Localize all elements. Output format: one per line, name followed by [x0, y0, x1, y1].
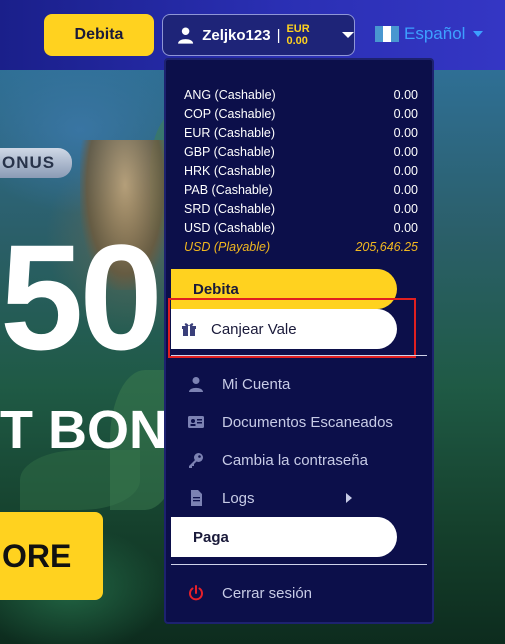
menu-item-logout[interactable]: Cerrar sesión — [188, 581, 312, 605]
menu-divider — [171, 564, 427, 565]
balance-row: EUR (Cashable) 0.00 — [184, 126, 418, 145]
hero-big-number: 50 — [0, 213, 163, 381]
balance-row-playable: USD (Playable) 205,646.25 — [184, 240, 418, 259]
balance-value: 0.00 — [393, 145, 418, 159]
balance-value: 0.00 — [393, 107, 418, 121]
account-dropdown: ANG (Cashable) 0.00 COP (Cashable) 0.00 … — [164, 58, 434, 624]
balance-value: 205,646.25 — [355, 240, 418, 254]
balance-label: USD (Playable) — [184, 240, 271, 254]
withdraw-button[interactable]: Paga — [171, 517, 397, 557]
balance-label: PAB (Cashable) — [184, 183, 273, 197]
balance-row: PAB (Cashable) 0.00 — [184, 183, 418, 202]
deposit-button[interactable]: Debita — [44, 14, 154, 56]
id-card-icon — [188, 416, 204, 428]
highlight-box — [168, 298, 416, 358]
power-icon — [189, 585, 203, 601]
chevron-down-icon — [342, 32, 354, 38]
balance-row: SRD (Cashable) 0.00 — [184, 202, 418, 221]
chevron-right-icon — [346, 493, 352, 503]
menu-deposit-label: Debita — [193, 280, 239, 298]
balance-label: SRD (Cashable) — [184, 202, 276, 216]
menu-divider — [171, 355, 427, 356]
balance-row: COP (Cashable) 0.00 — [184, 107, 418, 126]
balance-label: COP (Cashable) — [184, 107, 276, 121]
balance-row: HRK (Cashable) 0.00 — [184, 164, 418, 183]
header-balance: EUR 0.00 — [286, 23, 310, 47]
key-icon — [189, 453, 203, 468]
balance-row: ANG (Cashable) 0.00 — [184, 88, 418, 107]
menu-item-change-password[interactable]: Cambia la contraseña — [188, 448, 368, 472]
balance-value: 0.00 — [393, 202, 418, 216]
username: Zeljko123 — [202, 26, 271, 44]
menu-item-label: Mi Cuenta — [222, 375, 291, 393]
user-account-button[interactable]: Zeljko123 | EUR 0.00 — [162, 14, 355, 56]
withdraw-label: Paga — [193, 528, 229, 546]
menu-item-logs[interactable]: Logs — [188, 486, 352, 510]
menu-item-label: Cambia la contraseña — [222, 451, 368, 469]
language-selector[interactable]: Español — [375, 24, 484, 44]
balance-label: USD (Cashable) — [184, 221, 276, 235]
language-label: Español — [404, 24, 466, 43]
user-icon — [189, 377, 203, 392]
user-icon — [178, 27, 194, 44]
balance-value: 0.00 — [393, 88, 418, 102]
menu-item-label: Logs — [222, 489, 255, 507]
bonus-badge: ONUS — [0, 148, 72, 178]
balance-value: 0.00 — [393, 126, 418, 140]
balance-list: ANG (Cashable) 0.00 COP (Cashable) 0.00 … — [184, 88, 418, 259]
balance-label: GBP (Cashable) — [184, 145, 275, 159]
menu-item-label: Cerrar sesión — [222, 584, 313, 602]
guatemala-flag-icon — [375, 26, 399, 42]
menu-item-scanned-documents[interactable]: Documentos Escaneados — [188, 410, 393, 434]
username-separator: | — [276, 26, 281, 44]
file-icon — [191, 490, 202, 506]
balance-label: HRK (Cashable) — [184, 164, 276, 178]
balance-value: 0.00 — [393, 221, 418, 235]
balance-value: 0.00 — [393, 164, 418, 178]
balance-row: GBP (Cashable) 0.00 — [184, 145, 418, 164]
balance-label: ANG (Cashable) — [184, 88, 276, 102]
menu-item-my-account[interactable]: Mi Cuenta — [188, 372, 290, 396]
menu-item-label: Documentos Escaneados — [222, 413, 393, 431]
more-button[interactable]: ORE — [0, 512, 103, 600]
balance-label: EUR (Cashable) — [184, 126, 276, 140]
hero-bonus-text: T BON — [0, 400, 168, 460]
chevron-down-icon — [473, 31, 484, 37]
balance-value: 0.00 — [393, 183, 418, 197]
balance-row: USD (Cashable) 0.00 — [184, 221, 418, 240]
